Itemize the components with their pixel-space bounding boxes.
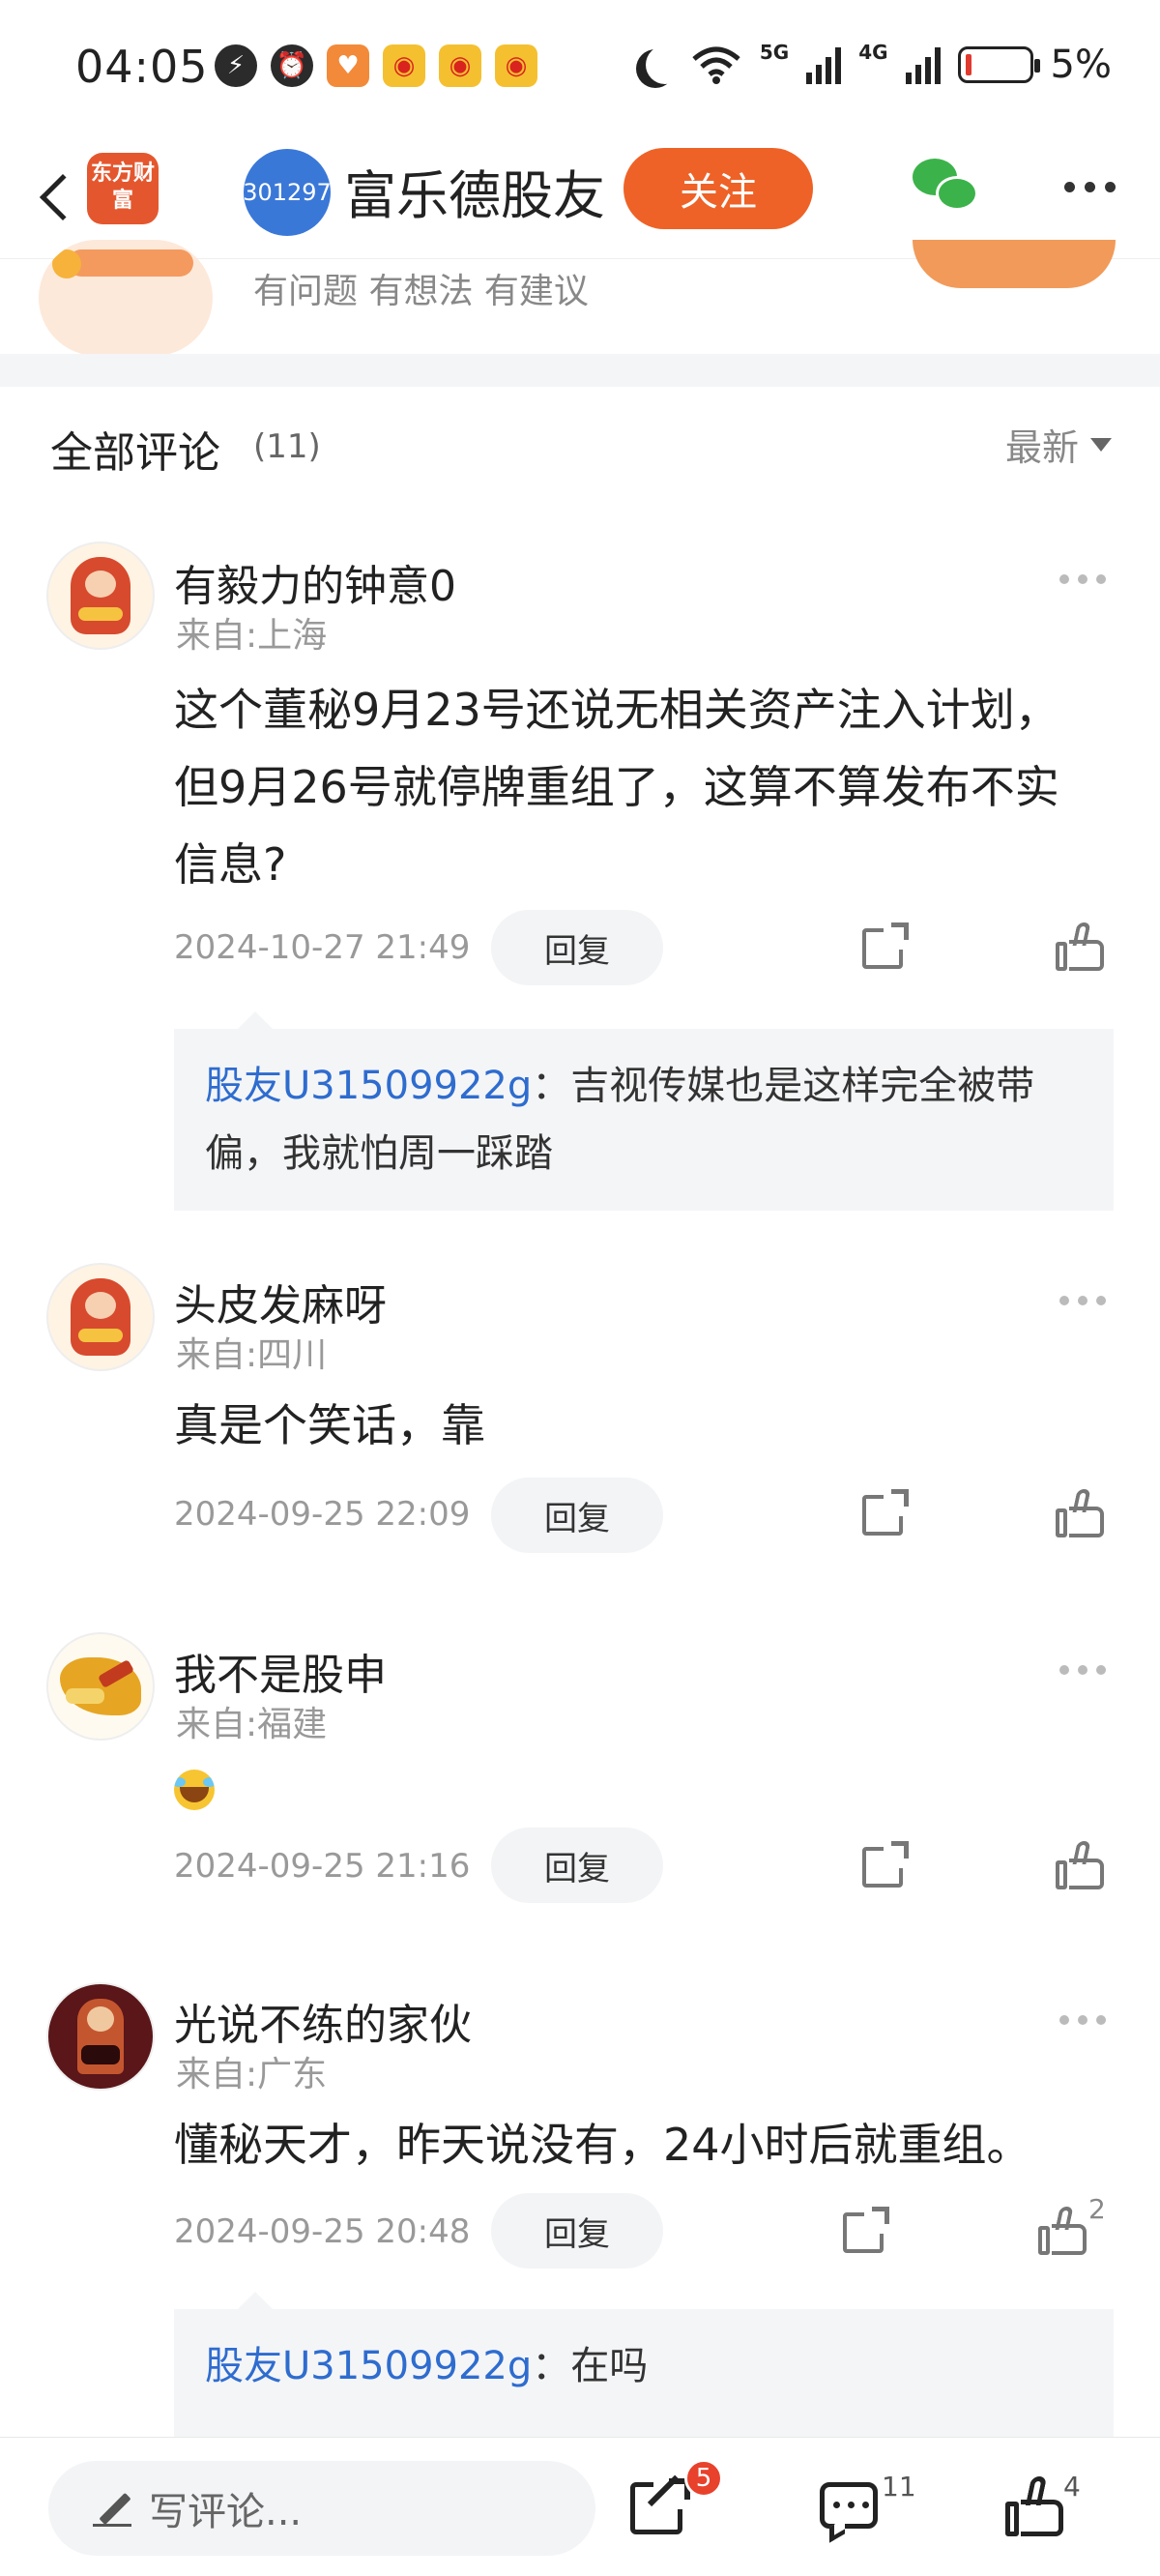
like-icon[interactable]	[1056, 1489, 1106, 1537]
reply-button[interactable]: 回复	[491, 910, 663, 985]
avatar[interactable]	[46, 1982, 155, 2091]
battery-percent: 5%	[1050, 43, 1112, 87]
write-comment-input[interactable]: 写评论...	[48, 2461, 595, 2556]
comment-author[interactable]: 光说不练的家伙	[174, 1990, 472, 2052]
comment-more-button[interactable]	[1059, 574, 1106, 584]
comments-count: (11)	[253, 427, 321, 466]
comment-author[interactable]: 有毅力的钟意0	[174, 551, 456, 613]
comment-time: 2024-09-25 20:48	[174, 2212, 471, 2251]
weibo-icon: ◉	[383, 44, 425, 87]
comment-body: 这个董秘9月23号还说无相关资产注入计划，但9月26号就停牌重组了，这算不算发布…	[174, 684, 1059, 891]
weibo-icon: ◉	[439, 44, 481, 87]
more-options-button[interactable]	[1064, 182, 1116, 192]
status-time: 04:05	[75, 41, 209, 93]
laughing-crying-emoji-icon	[174, 1770, 215, 1810]
like-icon[interactable]	[1056, 1841, 1106, 1889]
banner-illustration	[39, 240, 213, 356]
status-app-icons: ⚡ ⏰ ♥ ◉ ◉ ◉	[215, 44, 537, 87]
reply-quote[interactable]: 股友U31509922g：在吗	[174, 2309, 1114, 2444]
quote-pointer	[238, 2292, 273, 2309]
moon-icon	[646, 45, 684, 84]
banner-text: 有问题 有想法 有建议	[253, 272, 589, 311]
wifi-icon	[692, 46, 740, 84]
stock-code-badge[interactable]: 301297	[243, 149, 332, 236]
comment-more-button[interactable]	[1059, 1665, 1106, 1675]
alarm-icon: ⏰	[271, 44, 313, 87]
comment-icon[interactable]	[820, 2476, 882, 2543]
comment-body: 真是个笑话，靠	[174, 1399, 485, 1451]
comment-time: 2024-09-25 21:16	[174, 1847, 471, 1886]
charging-icon: ⚡	[215, 44, 257, 87]
share-icon[interactable]	[862, 922, 909, 969]
quote-text: ：在吗	[532, 2344, 649, 2388]
status-bar: 04:05 ⚡ ⏰ ♥ ◉ ◉ ◉ 5G 4G 5%	[0, 0, 1160, 135]
comment-author[interactable]: 头皮发麻呀	[174, 1271, 387, 1332]
share-icon[interactable]	[628, 2474, 690, 2538]
comment-count: 11	[882, 2471, 916, 2503]
app-logo[interactable]: 东方财富	[87, 153, 159, 224]
feedback-banner[interactable]: 有问题 有想法 有建议	[0, 240, 1160, 356]
weibo-icon: ◉	[495, 44, 537, 87]
reply-button[interactable]: 回复	[491, 1828, 663, 1903]
quote-author[interactable]: 股友U31509922g	[205, 1064, 532, 1108]
quote-pointer	[238, 1011, 273, 1029]
bottom-action-bar: 写评论... 5 11 4	[0, 2437, 1160, 2576]
comment-location: 来自:四川	[176, 1335, 328, 1375]
write-comment-placeholder: 写评论...	[149, 2490, 303, 2534]
reply-quote[interactable]: 股友U31509922g：吉视传媒也是这样完全被带偏，我就怕周一踩踏	[174, 1029, 1114, 1211]
back-button[interactable]	[27, 161, 87, 234]
comment-location: 来自:福建	[176, 1705, 328, 1744]
like-count: 4	[1063, 2471, 1081, 2503]
comment-body: 懂秘天才，昨天说没有，24小时后就重组。	[174, 2119, 1031, 2171]
network-5g-label: 5G	[759, 41, 790, 64]
comments-title: 全部评论	[50, 428, 220, 478]
share-icon[interactable]	[862, 1841, 909, 1888]
like-count: 2	[1088, 2193, 1106, 2225]
sort-label: 最新	[1004, 426, 1079, 469]
page-title[interactable]: 富乐德股友	[344, 153, 605, 229]
status-right: 5G 4G 5%	[634, 43, 1112, 87]
comment-more-button[interactable]	[1059, 2015, 1106, 2025]
share-icon[interactable]	[843, 2207, 889, 2253]
comment-time: 2024-09-25 22:09	[174, 1495, 471, 1534]
comment-location: 来自:上海	[176, 616, 328, 656]
comment-author[interactable]: 我不是股申	[174, 1640, 387, 1702]
quote-author[interactable]: 股友U31509922g	[205, 2344, 532, 2388]
reply-button[interactable]: 回复	[491, 1478, 663, 1553]
network-4g-label: 4G	[858, 41, 888, 64]
screen: 04:05 ⚡ ⏰ ♥ ◉ ◉ ◉ 5G 4G 5% 东方财富 301297 富…	[0, 0, 1160, 2576]
avatar[interactable]	[46, 1263, 155, 1371]
share-count-badge: 5	[684, 2459, 723, 2498]
like-icon[interactable]	[1038, 2207, 1088, 2255]
wechat-icon[interactable]	[913, 155, 982, 224]
comment-more-button[interactable]	[1059, 1296, 1106, 1305]
comment-time: 2024-10-27 21:49	[174, 928, 471, 967]
sort-dropdown[interactable]: 最新	[1005, 418, 1112, 471]
pencil-icon	[93, 2489, 131, 2528]
section-divider	[0, 354, 1160, 387]
caret-down-icon	[1090, 437, 1112, 452]
banner-button[interactable]	[913, 240, 1116, 288]
signal-5g-icon	[806, 45, 842, 84]
signal-4g-icon	[905, 45, 941, 84]
share-icon[interactable]	[862, 1489, 909, 1536]
like-icon[interactable]	[1005, 2476, 1067, 2538]
heart-app-icon: ♥	[327, 44, 369, 87]
avatar[interactable]	[46, 1632, 155, 1741]
like-icon[interactable]	[1056, 922, 1106, 971]
avatar[interactable]	[46, 542, 155, 650]
chevron-left-icon	[39, 173, 87, 221]
comment-location: 来自:广东	[176, 2055, 328, 2094]
battery-icon	[957, 46, 1040, 83]
reply-button[interactable]: 回复	[491, 2193, 663, 2269]
follow-button[interactable]: 关注	[624, 148, 813, 229]
